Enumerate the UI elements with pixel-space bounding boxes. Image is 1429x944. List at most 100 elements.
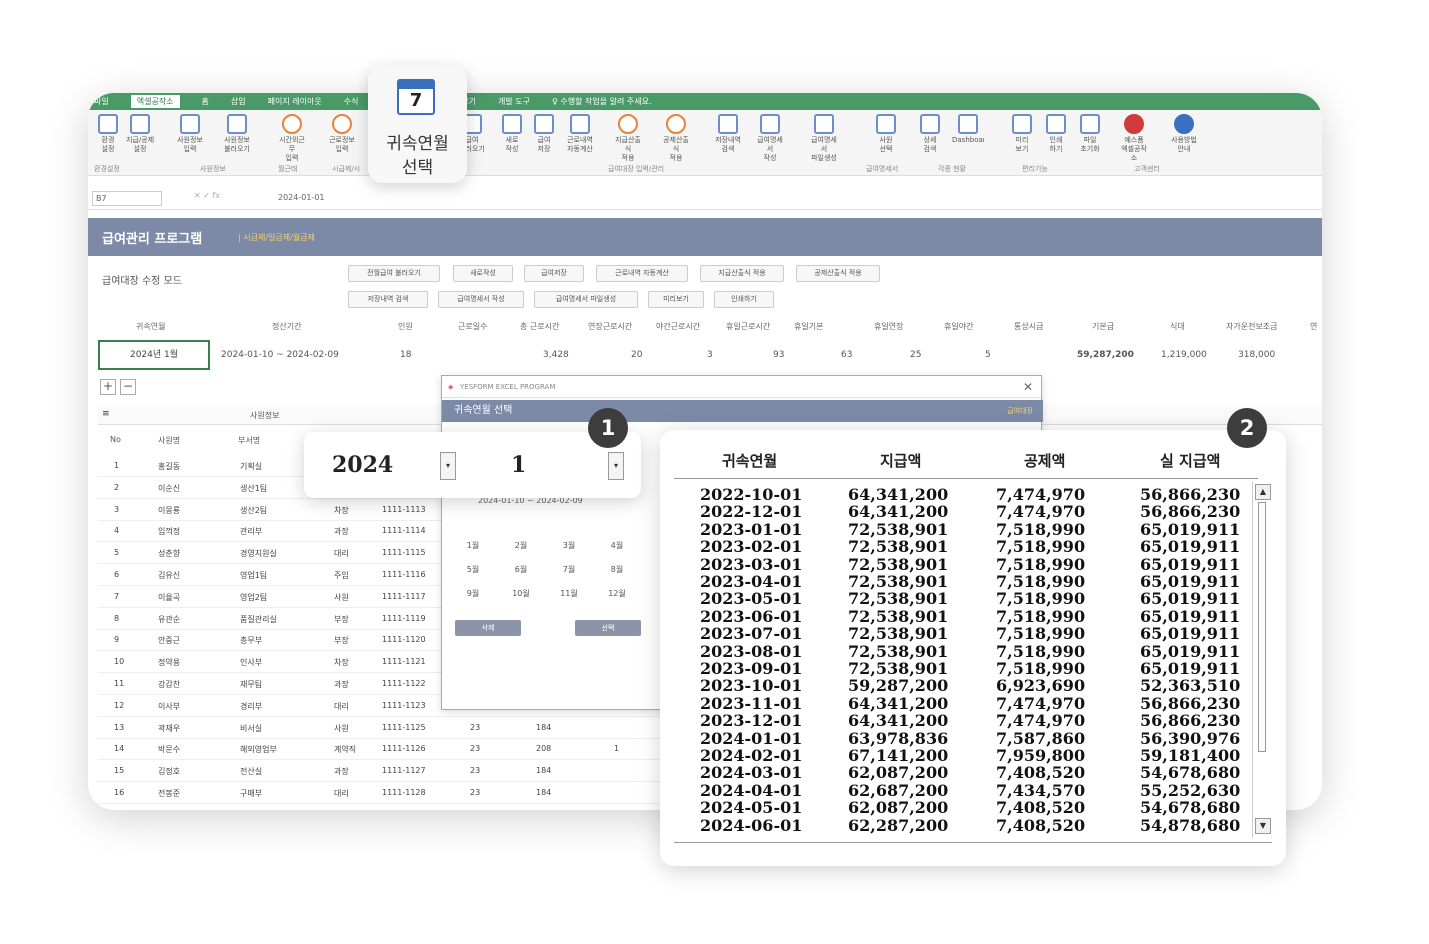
month-button[interactable]: 8월 <box>602 564 632 575</box>
scroll-down-icon[interactable]: ▼ <box>1255 818 1271 834</box>
ribbon-button[interactable]: 인쇄 하기 <box>1040 114 1072 154</box>
menu-item[interactable]: 삽입 <box>231 96 246 107</box>
month-button[interactable]: 7월 <box>554 564 584 575</box>
list-item[interactable]: 2023-02-01 72,538,901 7,518,990 65,019,911 <box>674 537 1254 556</box>
month-value[interactable]: 1 <box>511 452 526 478</box>
ribbon-button[interactable]: 미리 보기 <box>1006 114 1038 154</box>
list-item[interactable]: 2023-07-01 72,538,901 7,518,990 65,019,911 <box>674 624 1254 643</box>
table-row[interactable]: 14 박문수 해외영업부 계약직 1111-1126 23 208 1 <box>98 738 698 761</box>
month-button[interactable]: 6월 <box>506 564 536 575</box>
toolbar-button[interactable]: 전월급여 불러오기 <box>348 265 440 282</box>
table-row[interactable]: 15 김정호 전산실 과장 1111-1127 23 184 <box>98 760 698 783</box>
list-item[interactable]: 2024-02-01 67,141,200 7,959,800 59,181,400 <box>674 746 1254 765</box>
toolbar-button[interactable]: 저장내역 검색 <box>348 291 428 308</box>
ribbon-button[interactable]: 저장내역 검색 <box>712 114 744 154</box>
cell-reference-box[interactable]: B7 <box>92 191 162 206</box>
toolbar-button[interactable]: 근로내역 자동계산 <box>596 265 688 282</box>
ribbon-button[interactable]: 새로 작성 <box>496 114 528 154</box>
toolbar-button[interactable]: 급여명세서 파일생성 <box>534 291 638 308</box>
ribbon-button[interactable]: 사원정보 입력 <box>174 114 206 154</box>
toolbar-button[interactable]: 지급산출식 적용 <box>700 265 784 282</box>
formula-input[interactable]: 2024-01-01 <box>278 191 325 204</box>
month-cell[interactable]: 2024년 1월 <box>98 340 210 370</box>
scroll-thumb[interactable] <box>1258 502 1266 752</box>
list-item[interactable]: 2023-08-01 72,538,901 7,518,990 65,019,911 <box>674 642 1254 661</box>
list-item[interactable]: 2023-01-01 72,538,901 7,518,990 65,019,911 <box>674 519 1254 539</box>
ribbon-button[interactable]: 급여 저장 <box>528 114 560 154</box>
year-dropdown-icon[interactable]: ▾ <box>440 452 456 480</box>
table-row[interactable]: 13 곽재우 비서실 사원 1111-1125 23 184 <box>98 717 698 739</box>
no-cell: 16 <box>114 788 125 797</box>
ribbon-button[interactable]: 환경 설정 <box>92 114 124 154</box>
month-button[interactable]: 10월 <box>506 588 536 599</box>
toolbar-button[interactable]: 공제산출식 적용 <box>796 265 880 282</box>
list-item[interactable]: 2024-03-01 62,087,200 7,408,520 54,678,680 <box>674 763 1254 782</box>
list-header-deduct: 공제액 <box>1024 452 1066 470</box>
scroll-up-icon[interactable]: ▲ <box>1255 484 1271 500</box>
ribbon-button[interactable]: 지급산출식 적용 <box>612 114 644 163</box>
menu-item[interactable]: 개발 도구 <box>498 96 530 107</box>
ribbon-button[interactable]: 근로정보 입력 <box>326 114 358 154</box>
menu-item[interactable]: ♀ 수행할 작업을 알려 주세요. <box>552 96 652 107</box>
ribbon-button[interactable]: 사용방법 안내 <box>1168 114 1200 154</box>
table-row[interactable]: 16 전봉준 구매부 대리 1111-1128 23 184 <box>98 782 698 804</box>
list-item[interactable]: 2022-12-01 64,341,200 7,474,970 56,866,230 <box>674 502 1254 521</box>
month-button[interactable]: 5월 <box>458 564 488 575</box>
list-item[interactable]: 2023-03-01 72,538,901 7,518,990 65,019,911 <box>674 555 1254 574</box>
month-button[interactable]: 12월 <box>602 588 632 599</box>
toolbar-button[interactable]: 급여저장 <box>524 265 584 282</box>
delete-button[interactable]: 삭제 <box>455 620 521 636</box>
month-button[interactable]: 11월 <box>554 588 584 599</box>
month-button[interactable]: 1월 <box>458 540 488 551</box>
toolbar-button[interactable]: 미리보기 <box>648 291 704 308</box>
list-item[interactable]: 2023-04-01 72,538,901 7,518,990 65,019,911 <box>674 572 1254 591</box>
month-select-tile[interactable]: 7 귀속연월 선택 <box>368 65 467 183</box>
save-icon <box>534 114 554 134</box>
pay-value: 72,538,901 <box>848 519 949 539</box>
list-box[interactable]: 2022-10-01 64,341,200 7,474,970 56,866,230 2… <box>674 478 1258 838</box>
ribbon-button[interactable]: 사원 선택 <box>870 114 902 154</box>
month-dropdown-icon[interactable]: ▾ <box>608 452 624 480</box>
list-item[interactable]: 2023-05-01 72,538,901 7,518,990 65,019,911 <box>674 589 1254 608</box>
ribbon-button[interactable]: 예스폼 엑셀공작소 <box>1118 114 1150 163</box>
toolbar-button[interactable]: 급여명세서 작성 <box>438 291 524 308</box>
remove-row-button[interactable]: − <box>120 379 136 395</box>
add-row-button[interactable]: + <box>100 379 116 395</box>
list-item[interactable]: 2023-12-01 64,341,200 7,474,970 56,866,230 <box>674 711 1254 730</box>
ribbon-button[interactable]: 사원정보 불러오기 <box>221 114 253 154</box>
list-scrollbar[interactable]: ▲ ▼ <box>1252 482 1272 838</box>
year-value[interactable]: 2024 <box>332 452 393 478</box>
month-button[interactable]: 9월 <box>458 588 488 599</box>
ribbon-button[interactable]: 공제산출식 적용 <box>660 114 692 163</box>
month-button[interactable]: 3월 <box>554 540 584 551</box>
menu-item[interactable]: 홈 <box>202 96 209 107</box>
close-icon[interactable]: ✕ <box>1023 376 1033 398</box>
toolbar-button[interactable]: 새로작성 <box>453 265 513 282</box>
list-item[interactable]: 2024-06-01 62,287,200 7,408,520 54,878,680 <box>674 816 1254 835</box>
ribbon-button[interactable]: 상세 검색 <box>914 114 946 154</box>
list-item[interactable]: 2023-06-01 72,538,901 7,518,990 65,019,911 <box>674 607 1254 626</box>
select-button[interactable]: 선택 <box>575 620 641 636</box>
menu-item[interactable]: 엑셀공작소 <box>130 95 180 108</box>
toolbar-button[interactable]: 인쇄하기 <box>714 291 774 308</box>
ribbon-button[interactable]: 급여명세서 파일생성 <box>808 114 840 163</box>
list-item[interactable]: 2023-11-01 64,341,200 7,474,970 56,866,230 <box>674 694 1254 713</box>
month-button[interactable]: 4월 <box>602 540 632 551</box>
list-item[interactable]: 2022-10-01 64,341,200 7,474,970 56,866,230 <box>674 485 1254 504</box>
month-button[interactable]: 2월 <box>506 540 536 551</box>
menu-item[interactable]: 페이지 레이아웃 <box>268 96 322 107</box>
ribbon-button[interactable]: Dashboard <box>952 114 984 145</box>
list-item[interactable]: 2023-09-01 72,538,901 7,518,990 65,019,911 <box>674 659 1254 678</box>
ribbon-button[interactable]: 파일 초기화 <box>1074 114 1106 154</box>
ribbon-button[interactable]: 근로내역 자동계산 <box>564 114 596 154</box>
list-item[interactable]: 2024-04-01 62,687,200 7,434,570 55,252,630 <box>674 781 1254 800</box>
menu-item[interactable]: 파일 <box>94 96 109 107</box>
menu-item[interactable]: 수식 <box>344 96 359 107</box>
list-item[interactable]: 2024-01-01 63,978,836 7,587,860 56,390,976 <box>674 729 1254 748</box>
list-item[interactable]: 2024-05-01 62,087,200 7,408,520 54,678,680 <box>674 798 1254 817</box>
list-item[interactable]: 2023-10-01 59,287,200 6,923,690 52,363,510 <box>674 676 1254 695</box>
formula-bar: B7 ✕ ✓ fx 2024-01-01 <box>88 188 1322 210</box>
ribbon-button[interactable]: 급여명세서 작성 <box>754 114 786 163</box>
ribbon-button[interactable]: 시간외근무 입력 <box>276 114 308 163</box>
ribbon-button[interactable]: 지급/공제 설정 <box>124 114 156 154</box>
